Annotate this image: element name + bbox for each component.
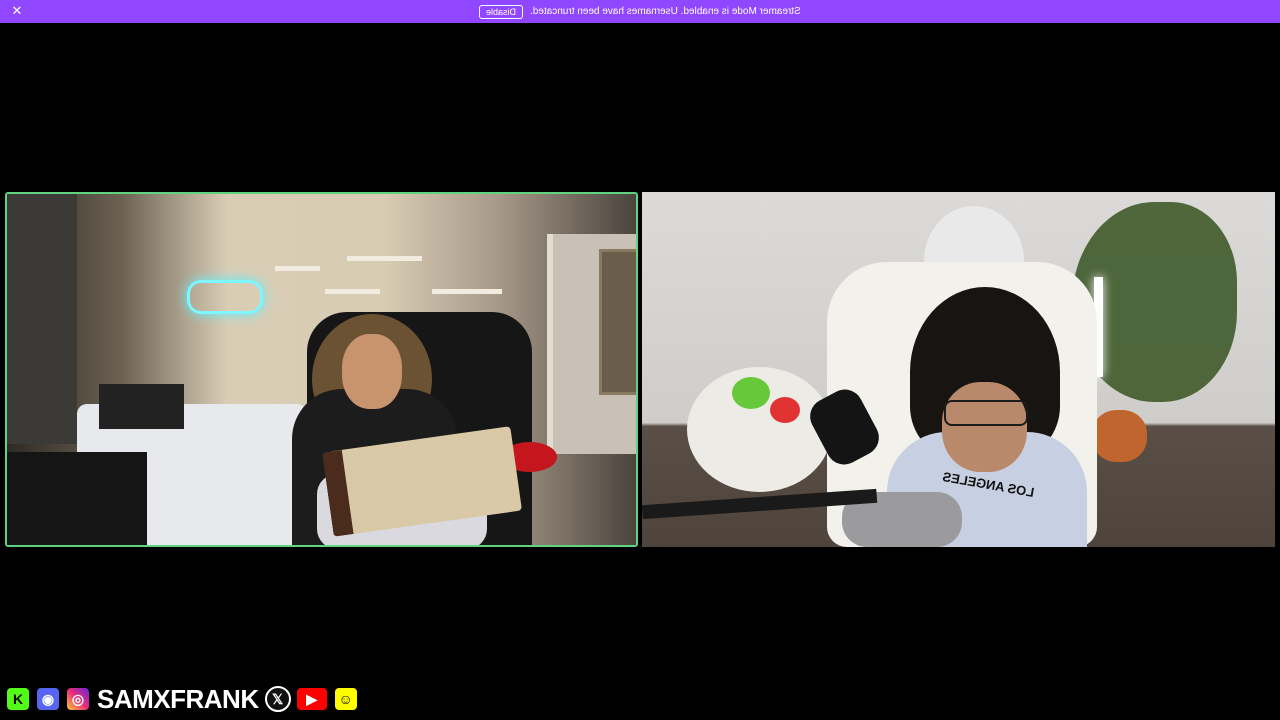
social-handle: SAMXFRANK [96,683,260,715]
banner-content: Disable Streamer Mode is enabled. Userna… [479,4,801,19]
banner-message: Streamer Mode is enabled. Usernames have… [530,6,801,17]
streamer-face [342,334,402,409]
right-video-feed[interactable]: LOS ANGELES [642,192,1275,547]
left-video-feed[interactable] [5,192,638,547]
disable-button[interactable]: Disable [479,4,524,19]
neon-sign [187,280,263,314]
close-icon[interactable]: ✕ [9,3,25,19]
snapchat-icon[interactable]: ☺ [332,686,359,712]
shelf [325,289,380,294]
wall-mirror [599,249,636,395]
desk [7,452,147,545]
x-icon[interactable]: 𝕏 [264,686,291,712]
plant-pot [1092,410,1147,462]
plush-toy [732,377,770,409]
streamer-mode-banner: ✕ Disable Streamer Mode is enabled. User… [0,0,1280,23]
discord-icon[interactable]: ◉ [35,686,61,712]
shelf [432,289,502,294]
instagram-icon[interactable]: ◎ [65,686,91,712]
youtube-icon[interactable]: ▶ [294,686,329,712]
nightstand [99,384,184,429]
social-links-strip: K ◉ ◎ SAMXFRANK 𝕏 ▶ ☺ [5,683,359,715]
kick-icon[interactable]: K [5,686,31,712]
plush-toy [770,397,800,423]
streamer-face [942,382,1027,472]
glasses [944,400,1028,426]
curtain [7,194,77,444]
shelf [275,266,320,271]
shelf [347,256,422,261]
